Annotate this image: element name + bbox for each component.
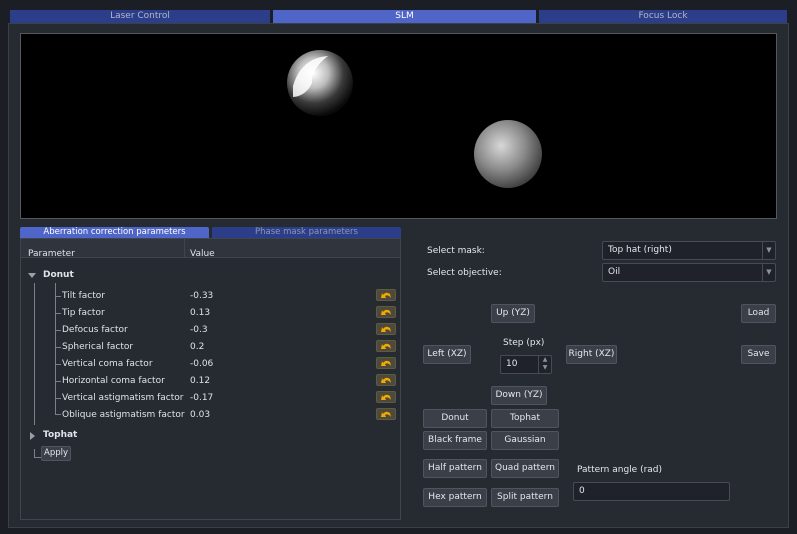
- select-mask-value: Top hat (right): [608, 245, 672, 255]
- value-spherical-factor[interactable]: 0.2: [190, 341, 204, 353]
- reset-tilt-button[interactable]: [376, 289, 396, 301]
- select-mask-dropdown[interactable]: Top hat (right) ▼: [602, 241, 776, 260]
- half-pattern-button[interactable]: Half pattern: [423, 459, 487, 478]
- tab-laser-control[interactable]: Laser Control: [10, 10, 270, 23]
- param-tip-factor: Tip factor: [62, 308, 105, 318]
- value-tilt-factor[interactable]: -0.33: [190, 290, 213, 302]
- reset-vertical-coma-button[interactable]: [376, 357, 396, 369]
- reset-spherical-button[interactable]: [376, 340, 396, 352]
- param-vertical-astigmatism-factor: Vertical astigmatism factor: [62, 393, 184, 403]
- value-vertical-astigmatism-factor[interactable]: -0.17: [190, 392, 213, 404]
- reset-horizontal-coma-button[interactable]: [376, 374, 396, 386]
- select-mask-label: Select mask:: [427, 246, 485, 256]
- undo-arrow-icon: [381, 343, 391, 349]
- slm-preview: [20, 33, 777, 219]
- pattern-angle-input[interactable]: 0: [573, 482, 730, 501]
- undo-arrow-icon: [381, 377, 391, 383]
- param-vertical-coma-factor: Vertical coma factor: [62, 359, 153, 369]
- undo-arrow-icon: [381, 360, 391, 366]
- triangle-right-icon: [30, 432, 35, 440]
- reset-defocus-button[interactable]: [376, 323, 396, 335]
- split-pattern-button[interactable]: Split pattern: [491, 488, 559, 507]
- tophat-button[interactable]: Tophat: [491, 409, 559, 428]
- hex-pattern-button[interactable]: Hex pattern: [423, 488, 487, 507]
- expand-donut-toggle[interactable]: [28, 270, 38, 280]
- tab-aberration-correction[interactable]: Aberration correction parameters: [20, 227, 209, 238]
- save-button[interactable]: Save: [741, 345, 776, 364]
- header-parameter: Parameter: [28, 249, 75, 259]
- tree-branch: [55, 313, 61, 314]
- reset-vertical-astigmatism-button[interactable]: [376, 391, 396, 403]
- value-tip-factor[interactable]: 0.13: [190, 307, 210, 319]
- load-button[interactable]: Load: [741, 304, 776, 323]
- undo-arrow-icon: [381, 292, 391, 298]
- donut-button[interactable]: Donut: [423, 409, 487, 428]
- slm-preview-image: [287, 50, 542, 188]
- tree-branch: [55, 398, 61, 399]
- tree-branch: [55, 296, 61, 297]
- param-horizontal-coma-factor: Horizontal coma factor: [62, 376, 165, 386]
- chevron-down-icon: ▼: [762, 242, 775, 259]
- tree-branch: [55, 414, 61, 415]
- spin-arrows-icon[interactable]: ▲ ▼: [538, 356, 551, 373]
- tree-branch: [55, 347, 61, 348]
- header-value: Value: [190, 249, 215, 259]
- step-spinbox[interactable]: 10 ▲ ▼: [500, 355, 552, 374]
- right-xz-button[interactable]: Right (XZ): [566, 345, 617, 364]
- tree-branch: [55, 364, 61, 365]
- pattern-angle-label: Pattern angle (rad): [577, 465, 663, 475]
- tree-branch: [55, 330, 61, 331]
- tree-line-child: [55, 283, 56, 414]
- param-oblique-astigmatism-factor: Oblique astigmatism factor: [62, 410, 185, 420]
- select-objective-dropdown[interactable]: Oil ▼: [602, 263, 776, 282]
- undo-arrow-icon: [381, 411, 391, 417]
- tree-item-tophat[interactable]: Tophat: [43, 429, 77, 441]
- tree-line-apply-h: [34, 457, 41, 458]
- value-vertical-coma-factor[interactable]: -0.06: [190, 358, 213, 370]
- param-defocus-factor: Defocus factor: [62, 325, 128, 335]
- up-yz-button[interactable]: Up (YZ): [491, 304, 535, 323]
- reset-tip-button[interactable]: [376, 306, 396, 318]
- header-divider: [184, 239, 185, 258]
- value-defocus-factor[interactable]: -0.3: [190, 324, 208, 336]
- value-oblique-astigmatism-factor[interactable]: 0.03: [190, 409, 210, 421]
- tree-line: [34, 283, 35, 425]
- tree-branch: [55, 381, 61, 382]
- step-label: Step (px): [503, 338, 545, 348]
- undo-arrow-icon: [381, 394, 391, 400]
- tab-focus-lock[interactable]: Focus Lock: [539, 10, 787, 23]
- black-frame-button[interactable]: Black frame: [423, 431, 487, 450]
- tab-slm[interactable]: SLM: [273, 10, 536, 23]
- param-spherical-factor: Spherical factor: [62, 342, 134, 352]
- undo-arrow-icon: [381, 326, 391, 332]
- left-xz-button[interactable]: Left (XZ): [423, 345, 471, 364]
- expand-tophat-toggle[interactable]: [30, 431, 40, 441]
- reset-oblique-astigmatism-button[interactable]: [376, 408, 396, 420]
- down-yz-button[interactable]: Down (YZ): [491, 386, 547, 405]
- quad-pattern-button[interactable]: Quad pattern: [491, 459, 559, 478]
- chevron-down-icon: ▼: [762, 264, 775, 281]
- apply-button[interactable]: Apply: [41, 446, 71, 461]
- triangle-down-icon: [28, 273, 36, 278]
- select-objective-value: Oil: [608, 267, 621, 277]
- select-objective-label: Select objective:: [427, 268, 502, 278]
- tab-phase-mask[interactable]: Phase mask parameters: [212, 227, 401, 238]
- tree-line-apply: [34, 449, 35, 457]
- tree-item-donut[interactable]: Donut: [43, 269, 74, 281]
- gaussian-button[interactable]: Gaussian: [491, 431, 559, 450]
- step-value: 10: [506, 359, 518, 369]
- param-tilt-factor: Tilt factor: [62, 291, 105, 301]
- value-horizontal-coma-factor[interactable]: 0.12: [190, 375, 210, 387]
- undo-arrow-icon: [381, 309, 391, 315]
